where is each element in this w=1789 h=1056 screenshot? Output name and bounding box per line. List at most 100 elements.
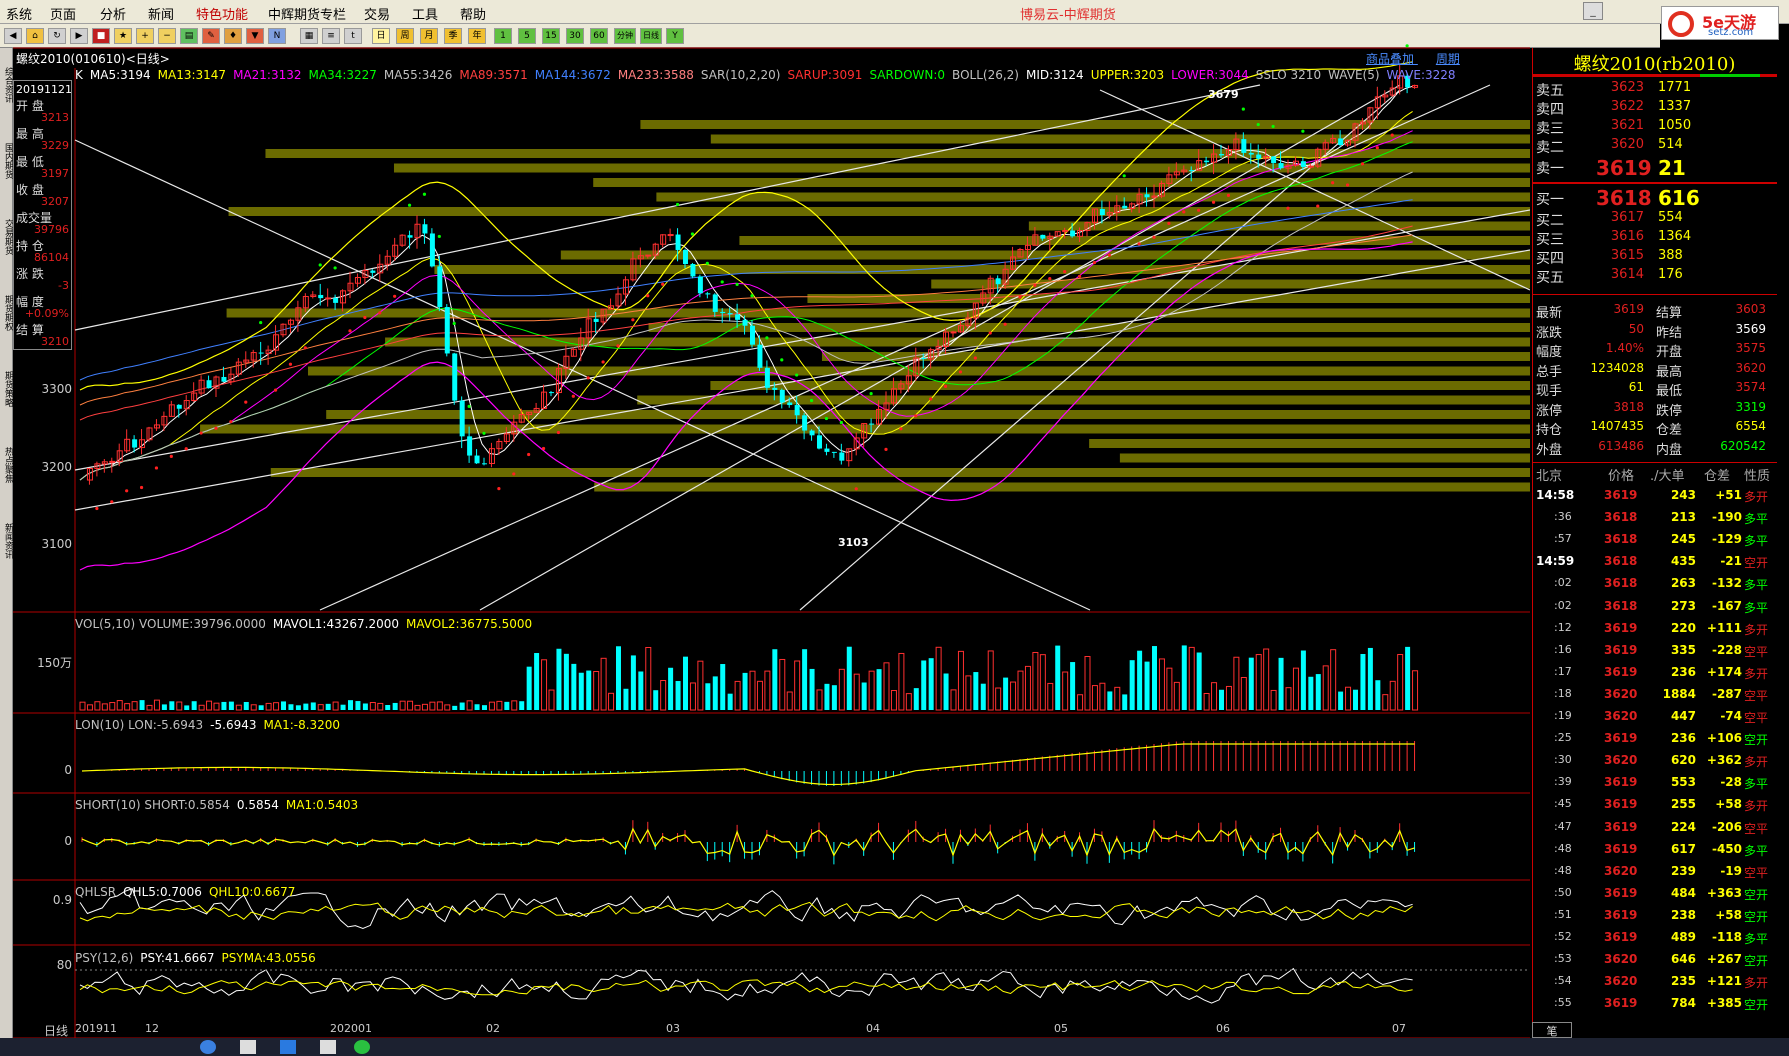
new-icon[interactable]: N <box>268 28 286 44</box>
list-icon[interactable]: ≡ <box>322 28 340 44</box>
app-icon[interactable] <box>240 1040 256 1054</box>
period-15-button[interactable]: 15 <box>542 28 560 44</box>
menu-analysis[interactable]: 分析 <box>100 4 126 23</box>
trade-volume: 646 <box>1670 952 1696 967</box>
period-week-button[interactable]: 周 <box>396 28 414 44</box>
home-icon[interactable]: ⌂ <box>26 28 44 44</box>
info-value: 3229 <box>41 139 69 152</box>
info-value: +0.09% <box>24 307 69 320</box>
trade-column-header: 仓差 <box>1704 469 1731 484</box>
stat-value: 61 <box>1628 380 1644 394</box>
trade-row: :30 3620 620 +362 多开 <box>1532 751 1777 773</box>
trade-oi-change: -132 <box>1711 576 1742 591</box>
menu-system[interactable]: 系统 <box>6 4 32 23</box>
side-tab-hotspot[interactable]: 热点聚焦 <box>0 430 13 500</box>
menu-zhonghui[interactable]: 中辉期货专栏 <box>268 4 346 23</box>
back-icon[interactable]: ◀ <box>4 28 22 44</box>
refresh-icon[interactable]: ↻ <box>48 28 66 44</box>
stop-icon[interactable]: ■ <box>92 28 110 44</box>
chat-icon[interactable] <box>354 1040 370 1054</box>
trade-nature: 多平 <box>1744 534 1769 549</box>
trade-time: :39 <box>1554 775 1572 789</box>
menu-news[interactable]: 新闻 <box>148 4 174 23</box>
legend-item: SAR(10,2,20) <box>700 68 781 82</box>
trade-nature: 空平 <box>1744 644 1769 659</box>
qhl-legend: QHLSR QHL5:0.7006 QHL10:0.6677 <box>75 885 302 899</box>
bid-volume: 1364 <box>1658 229 1692 244</box>
trade-oi-change: -19 <box>1720 863 1742 878</box>
chart-icon[interactable]: ▤ <box>180 28 198 44</box>
trade-time: :45 <box>1554 797 1572 811</box>
bid-label: 买二 <box>1536 213 1564 229</box>
trade-volume: 239 <box>1670 863 1696 878</box>
trade-row: 14:59 3618 435 -21 空开 <box>1532 552 1777 574</box>
trade-oi-change: +174 <box>1706 664 1742 679</box>
side-tab-info[interactable]: 综合资讯 <box>0 50 13 120</box>
x-tick: 04 <box>866 1022 880 1035</box>
menu-page[interactable]: 页面 <box>50 4 76 23</box>
forward-icon[interactable]: ▶ <box>70 28 88 44</box>
period-minute-button[interactable]: 分钟 <box>614 28 636 44</box>
menu-tools[interactable]: 工具 <box>412 4 438 23</box>
menu-features[interactable]: 特色功能 <box>196 4 248 23</box>
folder-icon[interactable] <box>280 1040 296 1054</box>
zoom-in-icon[interactable]: + <box>136 28 154 44</box>
trade-row: :57 3618 245 -129 多平 <box>1532 530 1777 552</box>
grid-icon[interactable]: ▦ <box>300 28 318 44</box>
period-day-button[interactable]: 日 <box>372 28 390 44</box>
trade-volume: 484 <box>1670 885 1696 900</box>
trade-price: 3619 <box>1604 642 1638 657</box>
period-60-button[interactable]: 60 <box>590 28 608 44</box>
bid-volume: 554 <box>1658 210 1683 225</box>
brush-icon[interactable]: ♦ <box>224 28 242 44</box>
side-tab-strategy[interactable]: 期货策略 <box>0 354 13 424</box>
period-5-button[interactable]: 5 <box>518 28 536 44</box>
legend-item: MA1:0.5403 <box>285 798 359 812</box>
info-date: 20191121 <box>16 83 72 96</box>
legend-item: QHLSR <box>75 885 117 899</box>
menu-trade[interactable]: 交易 <box>364 4 390 23</box>
trade-oi-change: +58 <box>1715 797 1742 812</box>
side-tab-options[interactable]: 期货期权 <box>0 278 13 348</box>
star-icon[interactable]: ★ <box>114 28 132 44</box>
pin-icon[interactable]: ▼ <box>246 28 264 44</box>
stat-label: 跌停 <box>1656 403 1683 419</box>
low-annotation: 3103 <box>838 536 869 549</box>
trade-time: :25 <box>1554 731 1572 745</box>
legend-item: WAVE(5) <box>1328 68 1380 82</box>
trade-tab[interactable]: 笔 <box>1532 1022 1572 1038</box>
side-tab-news[interactable]: 新闻资讯 <box>0 506 13 576</box>
title-divider-green <box>1700 74 1760 77</box>
legend-item: WAVE:3228 <box>1386 68 1456 82</box>
stat-value: 3620 <box>1735 360 1766 375</box>
tick-icon[interactable]: t <box>344 28 362 44</box>
stat-label: 结算 <box>1656 306 1683 321</box>
filter-icon[interactable]: Y <box>666 28 684 44</box>
trade-price: 3618 <box>1604 576 1638 591</box>
trade-price: 3619 <box>1604 664 1638 679</box>
info-value: 3213 <box>41 111 69 124</box>
draw-icon[interactable]: ✎ <box>202 28 220 44</box>
side-tab-domestic[interactable]: 国内期货 <box>0 126 13 196</box>
trade-volume: 235 <box>1670 974 1696 989</box>
stat-value: 620542 <box>1720 438 1766 453</box>
trade-volume: 213 <box>1670 510 1696 525</box>
period-year-button[interactable]: 年 <box>468 28 486 44</box>
app-icon[interactable] <box>320 1040 336 1054</box>
period-daily-button[interactable]: 日线 <box>640 28 662 44</box>
trade-time: :19 <box>1554 709 1572 722</box>
period-season-button[interactable]: 季 <box>444 28 462 44</box>
menu-help[interactable]: 帮助 <box>460 4 486 23</box>
minimize-button[interactable]: _ <box>1583 2 1603 20</box>
side-tab-trade[interactable]: 交易期货 <box>0 202 13 272</box>
period-1-button[interactable]: 1 <box>494 28 512 44</box>
stat-value: 1234028 <box>1590 360 1644 375</box>
browser-icon[interactable] <box>200 1040 216 1054</box>
period-30-button[interactable]: 30 <box>566 28 584 44</box>
period-link[interactable]: 周期 <box>1436 52 1460 66</box>
stat-value: 3818 <box>1613 399 1644 414</box>
overlay-link[interactable]: 商品叠加 <box>1366 52 1414 66</box>
period-month-button[interactable]: 月 <box>420 28 438 44</box>
info-label: 最 高 <box>16 127 44 141</box>
zoom-out-icon[interactable]: − <box>158 28 176 44</box>
